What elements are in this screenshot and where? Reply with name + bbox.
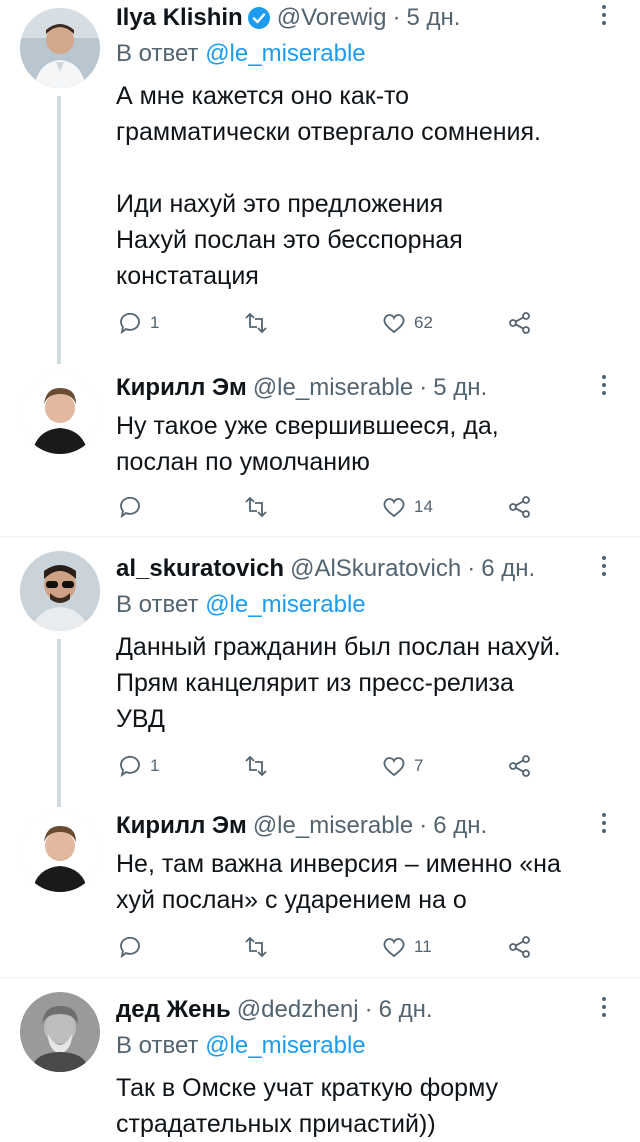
retweet-arrows-icon	[245, 312, 267, 334]
retweet-button[interactable]	[242, 490, 276, 524]
speech-bubble-icon	[120, 312, 140, 335]
avatar[interactable]	[20, 812, 100, 892]
avatar[interactable]	[20, 374, 100, 454]
timestamp[interactable]: 6 дн.	[433, 812, 487, 840]
tweet-text: А мне кажется оно как-то грамматически о…	[116, 82, 541, 290]
tweet-text: Не, там важна инверсия – именно «на хуй …	[116, 850, 561, 914]
share-nodes-icon	[509, 312, 530, 334]
tweet-kirill-em-2[interactable]: Кирилл Эм @le_miserable · 6 дн. Не, там …	[0, 800, 640, 972]
reply-context: В ответ @le_miserable	[116, 1028, 616, 1064]
user-handle[interactable]: @le_miserable	[253, 374, 413, 402]
heart-outline-icon	[383, 938, 405, 958]
reply-prefix: В ответ	[116, 1032, 199, 1059]
separator-dot: ·	[364, 996, 373, 1023]
more-icon[interactable]	[592, 808, 616, 838]
tweet-al-skuratovich[interactable]: al_skuratovich @AlSkuratovich · 6 дн. В …	[0, 537, 640, 807]
like-count: 14	[414, 497, 433, 516]
tweet-text: Так в Омске учат краткую форму страдател…	[116, 1074, 499, 1138]
tweet-kirill-em[interactable]: Кирилл Эм @le_miserable · 5 дн. Ну такое…	[0, 362, 640, 532]
reply-button[interactable]	[116, 930, 150, 964]
reply-context: В ответ @le_miserable	[116, 587, 616, 623]
share-button[interactable]	[506, 490, 534, 524]
mention-link[interactable]: @le_miserable	[205, 40, 365, 67]
separator-dot: ·	[419, 374, 428, 401]
heart-outline-icon	[383, 498, 405, 518]
share-nodes-icon	[509, 936, 530, 958]
separator-dot: ·	[419, 812, 428, 839]
more-icon[interactable]	[592, 992, 616, 1022]
display-name[interactable]: Кирилл Эм	[116, 812, 247, 840]
share-nodes-icon	[509, 755, 530, 777]
timestamp[interactable]: 5 дн.	[433, 374, 487, 402]
tweet-actions: 14	[116, 490, 536, 524]
heart-outline-icon	[383, 757, 405, 777]
more-icon[interactable]	[592, 551, 616, 581]
like-button[interactable]: 11	[380, 930, 432, 964]
like-count: 62	[414, 313, 433, 332]
reply-prefix: В ответ	[116, 591, 199, 618]
retweet-arrows-icon	[245, 496, 267, 518]
like-button[interactable]: 62	[380, 306, 433, 340]
display-name[interactable]: дед Жень	[116, 996, 231, 1024]
thread-connector	[57, 639, 61, 807]
reply-button[interactable]: 1	[116, 306, 159, 340]
share-nodes-icon	[509, 496, 530, 518]
reply-button[interactable]	[116, 490, 150, 524]
reply-context: В ответ @le_miserable	[116, 36, 616, 72]
reply-count: 1	[150, 313, 160, 332]
user-handle[interactable]: @dedzhenj	[237, 996, 359, 1024]
avatar[interactable]	[20, 551, 100, 631]
more-icon[interactable]	[592, 370, 616, 400]
reply-button[interactable]: 1	[116, 749, 159, 783]
retweet-button[interactable]	[242, 306, 276, 340]
timestamp[interactable]: 6 дн.	[481, 555, 535, 583]
tweet-actions: 1 7	[116, 749, 536, 783]
user-handle[interactable]: @Vorewig	[277, 4, 387, 32]
separator-dot: ·	[467, 555, 476, 582]
heart-outline-icon	[383, 314, 405, 334]
user-handle[interactable]: @AlSkuratovich	[290, 555, 461, 583]
tweet-actions: 1 62	[116, 306, 536, 340]
tweet-text: Ну такое уже свершившееся, да, послан по…	[116, 412, 499, 476]
speech-bubble-icon	[120, 755, 140, 778]
mention-link[interactable]: @le_miserable	[205, 591, 365, 618]
like-button[interactable]: 7	[380, 749, 423, 783]
like-button[interactable]: 14	[380, 490, 433, 524]
retweet-arrows-icon	[245, 755, 267, 777]
user-handle[interactable]: @le_miserable	[253, 812, 413, 840]
tweet-ded-zhen[interactable]: дед Жень @dedzhenj · 6 дн. В ответ @le_m…	[0, 978, 640, 1138]
tweet-ilya-klishin[interactable]: Ilya Klishin @Vorewig · 5 дн. В ответ @l…	[0, 0, 640, 364]
verified-badge-icon	[247, 6, 271, 30]
display-name[interactable]: Ilya Klishin	[116, 4, 243, 32]
share-button[interactable]	[506, 930, 534, 964]
mention-link[interactable]: @le_miserable	[205, 1032, 365, 1059]
speech-bubble-icon	[120, 936, 140, 959]
display-name[interactable]: Кирилл Эм	[116, 374, 247, 402]
share-button[interactable]	[506, 306, 534, 340]
thread-connector	[57, 96, 61, 364]
like-count: 7	[414, 756, 424, 775]
separator-dot: ·	[392, 4, 401, 31]
share-button[interactable]	[506, 749, 534, 783]
retweet-arrows-icon	[245, 936, 267, 958]
avatar[interactable]	[20, 8, 100, 88]
speech-bubble-icon	[120, 496, 140, 519]
more-icon[interactable]	[592, 0, 616, 30]
timestamp[interactable]: 6 дн.	[379, 996, 433, 1024]
like-count: 11	[414, 937, 432, 956]
timestamp[interactable]: 5 дн.	[406, 4, 460, 32]
retweet-button[interactable]	[242, 749, 276, 783]
reply-count: 1	[150, 756, 160, 775]
reply-prefix: В ответ	[116, 40, 199, 67]
retweet-button[interactable]	[242, 930, 276, 964]
tweet-text: Данный гражданин был послан нахуй. Прям …	[116, 633, 561, 733]
tweet-actions: 11	[116, 930, 536, 964]
display-name[interactable]: al_skuratovich	[116, 555, 284, 583]
avatar[interactable]	[20, 992, 100, 1072]
